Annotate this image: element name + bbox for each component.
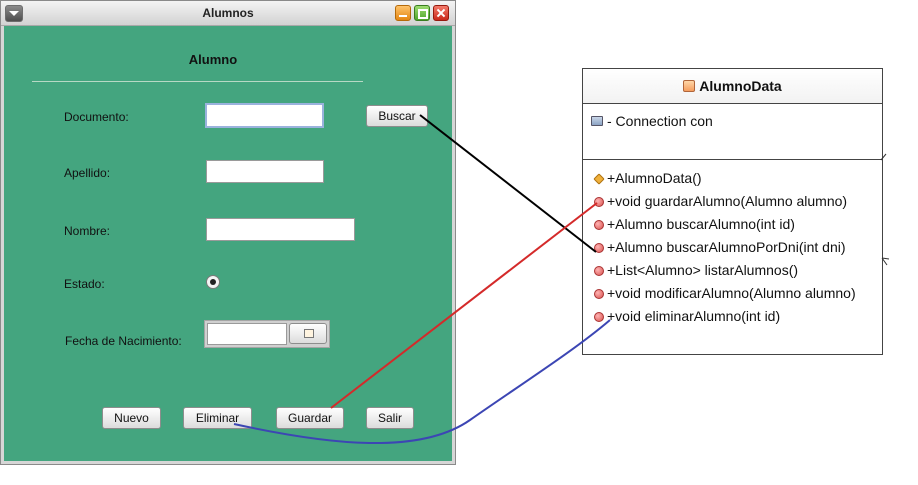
connector-lines — [233, 114, 890, 444]
edge-mark — [880, 153, 887, 161]
arrow-icon — [881, 257, 890, 266]
buscar-connector — [419, 114, 597, 253]
guardar-connector — [330, 202, 598, 409]
